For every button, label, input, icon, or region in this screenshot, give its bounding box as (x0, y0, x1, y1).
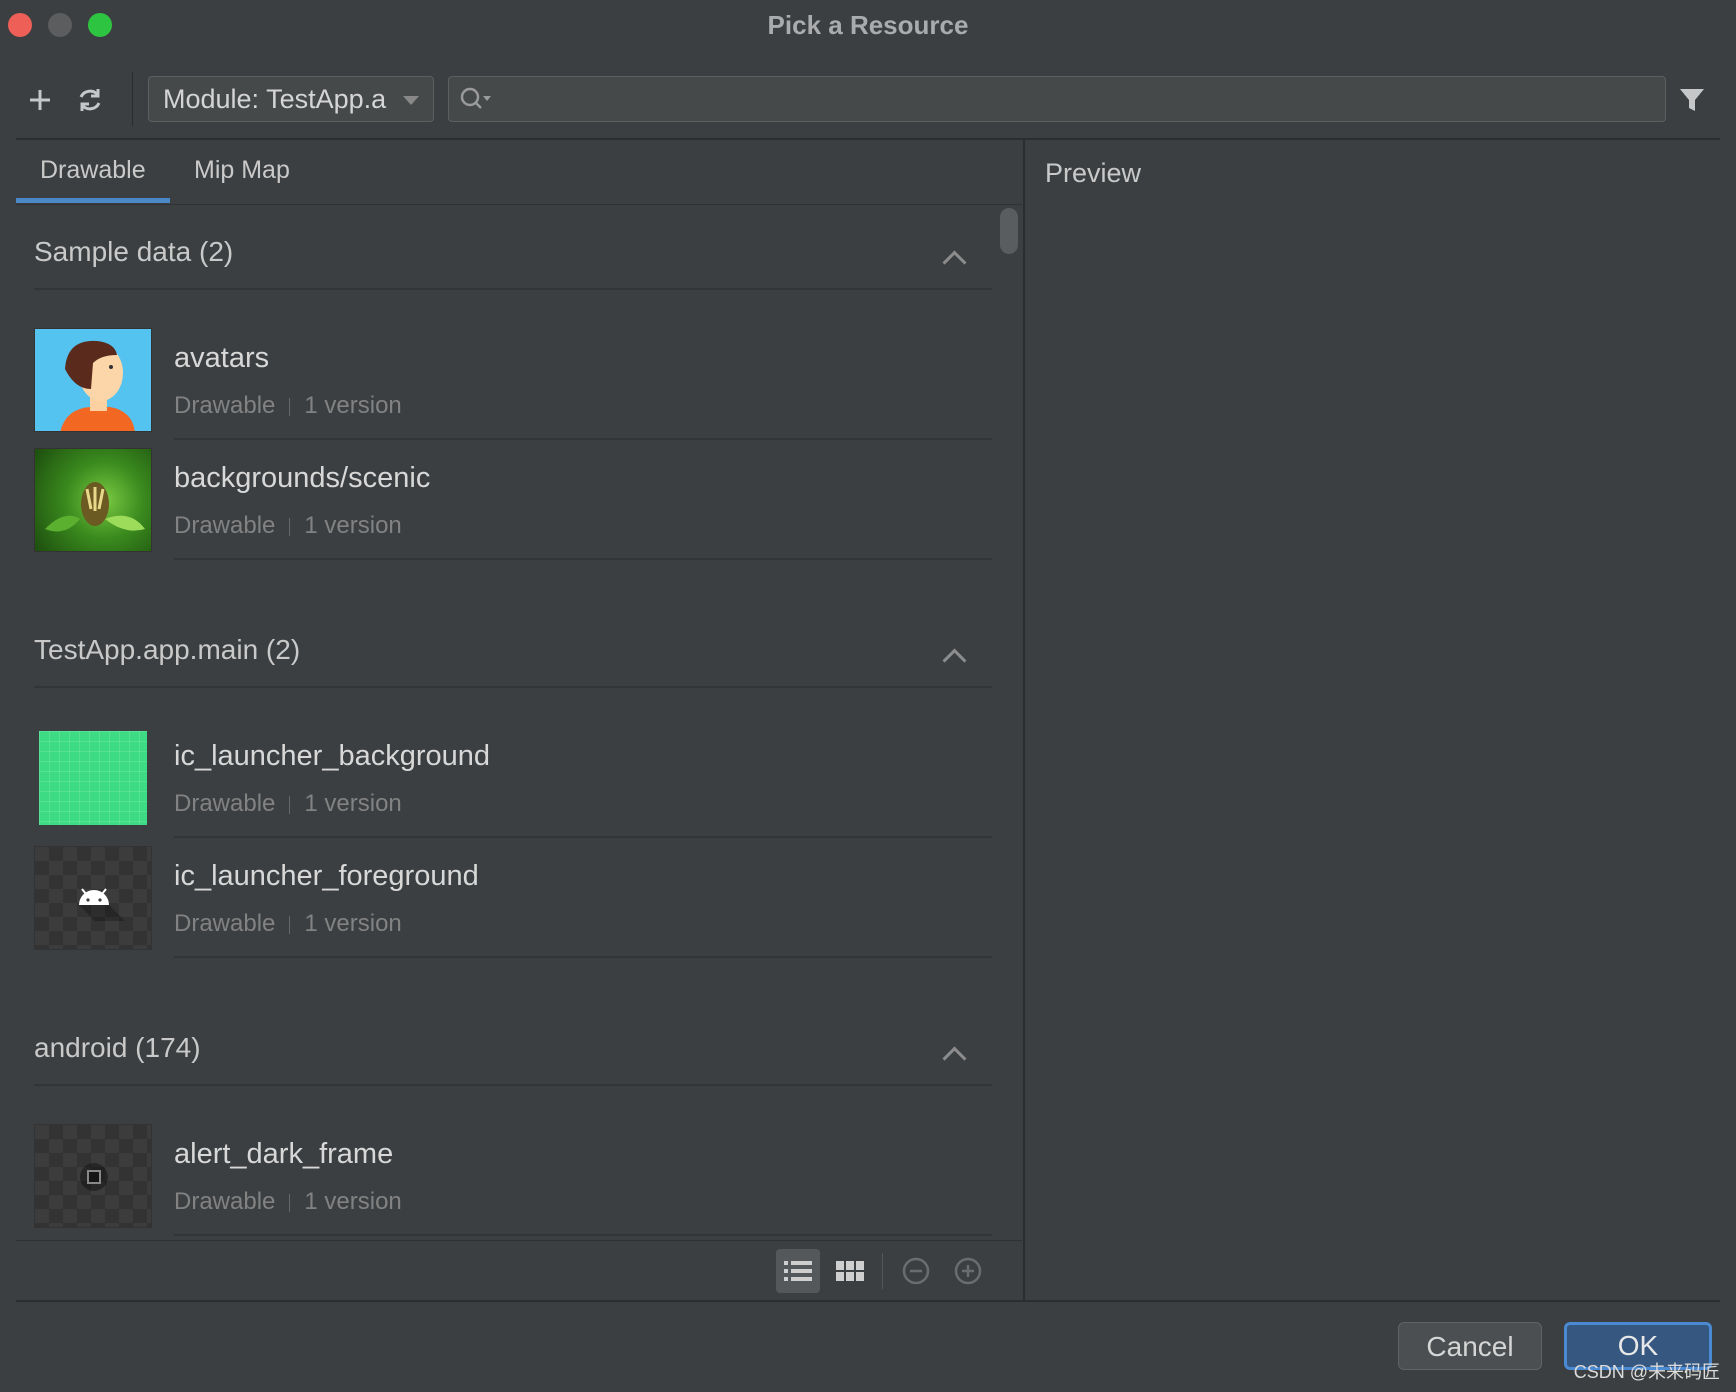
section-divider (34, 1084, 992, 1086)
meta-divider (289, 397, 291, 416)
window-title: Pick a Resource (767, 10, 969, 40)
list-item-alert-dark-frame[interactable]: alert_dark_frame Drawable 1 version (34, 1116, 992, 1236)
section-title-testapp-main[interactable]: TestApp.app.main (2) (34, 634, 300, 666)
search-field[interactable] (448, 76, 1666, 122)
preview-title: Preview (1045, 158, 1142, 188)
grid-view-icon[interactable] (828, 1249, 872, 1293)
zoom-in-icon[interactable] (946, 1249, 990, 1293)
tab-drawable[interactable]: Drawable (40, 156, 146, 185)
scenic-thumbnail (34, 448, 152, 552)
list-view-icon[interactable] (776, 1249, 820, 1293)
plus-icon[interactable] (20, 80, 60, 120)
collapse-chevron-icon[interactable] (942, 648, 967, 673)
resource-type: Drawable (174, 1188, 276, 1215)
resource-meta: Drawable 1 version (174, 392, 402, 420)
cancel-button[interactable]: Cancel (1398, 1322, 1542, 1370)
preview-pane: Preview (1023, 140, 1722, 1300)
collapse-chevron-icon[interactable] (942, 1046, 967, 1071)
resource-type: Drawable (174, 392, 276, 419)
resource-versions: 1 version (304, 1188, 402, 1215)
alert-dark-frame-thumbnail (34, 1124, 152, 1228)
zoom-out-icon[interactable] (894, 1249, 938, 1293)
list-item-backgrounds-scenic[interactable]: backgrounds/scenic Drawable 1 version (34, 440, 992, 560)
resource-meta: Drawable 1 version (174, 910, 402, 938)
meta-divider (289, 1193, 291, 1212)
list-item-ic-launcher-foreground[interactable]: ic_launcher_foreground Drawable 1 version (34, 838, 992, 958)
resource-versions: 1 version (304, 910, 402, 937)
meta-divider (289, 517, 291, 536)
selected-tab-indicator (16, 198, 170, 203)
item-divider (174, 558, 992, 560)
item-divider (174, 956, 992, 958)
meta-divider (289, 795, 291, 814)
resource-type-tabs: Drawable Mip Map (16, 140, 1022, 205)
item-divider (174, 1234, 992, 1236)
view-controls-bar (16, 1240, 1022, 1301)
section-divider (34, 686, 992, 688)
chevron-down-icon (403, 96, 419, 105)
resource-name: avatars (174, 342, 270, 374)
list-item-avatars[interactable]: avatars Drawable 1 version (34, 320, 992, 440)
avatar-thumbnail (34, 328, 152, 432)
refresh-icon[interactable] (70, 80, 110, 120)
resource-versions: 1 version (304, 512, 402, 539)
toolbar: Module: TestApp.a (0, 66, 1736, 136)
launcher-foreground-thumbnail (34, 846, 152, 950)
section-title-android[interactable]: android (174) (34, 1032, 201, 1064)
section-title-sample-data[interactable]: Sample data (2) (34, 236, 233, 268)
resource-list-pane: Drawable Mip Map Sample data (2) avatars… (16, 140, 1022, 1300)
resource-name: ic_launcher_background (174, 740, 490, 772)
resource-type: Drawable (174, 512, 276, 539)
watermark: CSDN @未来码匠 (1573, 1362, 1720, 1382)
resource-type: Drawable (174, 790, 276, 817)
title-bar: Pick a Resource (0, 0, 1736, 52)
controls-divider (882, 1253, 883, 1289)
launcher-background-thumbnail (34, 726, 152, 830)
section-divider (34, 288, 992, 290)
resource-meta: Drawable 1 version (174, 512, 402, 540)
resource-versions: 1 version (304, 790, 402, 817)
list-item-ic-launcher-background[interactable]: ic_launcher_background Drawable 1 version (34, 718, 992, 838)
resource-type: Drawable (174, 910, 276, 937)
resource-meta: Drawable 1 version (174, 790, 402, 818)
collapse-chevron-icon[interactable] (942, 250, 967, 275)
resource-name: alert_dark_frame (174, 1138, 394, 1170)
scrollbar-thumb[interactable] (1000, 208, 1018, 254)
resource-versions: 1 version (304, 392, 402, 419)
resource-meta: Drawable 1 version (174, 1188, 402, 1216)
module-dropdown-label: Module: TestApp.a (163, 84, 387, 114)
meta-divider (289, 915, 291, 934)
filter-icon[interactable] (1672, 80, 1712, 120)
search-input[interactable] (501, 83, 1655, 117)
module-dropdown[interactable]: Module: TestApp.a (148, 76, 434, 122)
search-icon (459, 85, 499, 118)
resource-name: ic_launcher_foreground (174, 860, 479, 892)
footer-divider (16, 1300, 1720, 1302)
resource-name: backgrounds/scenic (174, 462, 431, 494)
toolbar-divider (132, 72, 133, 126)
tab-mip-map[interactable]: Mip Map (194, 156, 290, 185)
